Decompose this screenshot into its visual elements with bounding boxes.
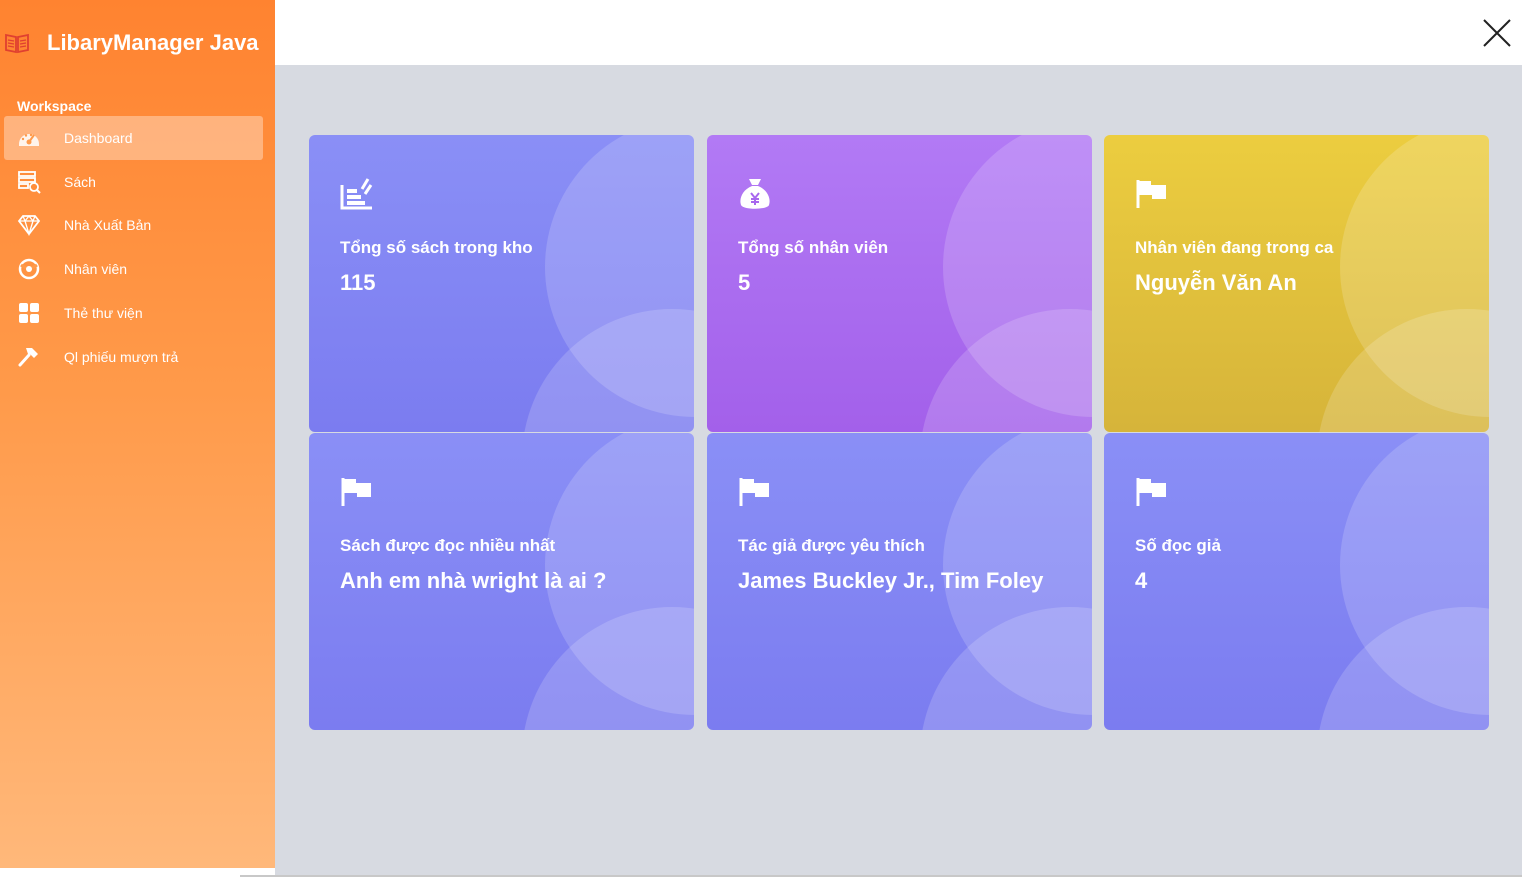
sidebar-item-nha-xuat-ban[interactable]: Nhà Xuất Bản — [4, 204, 263, 248]
diamond-icon — [17, 213, 41, 237]
stat-card-reader-count: Số đọc giả 4 — [1104, 433, 1489, 730]
sidebar-item-label: Sách — [64, 173, 96, 190]
flag-icon — [340, 475, 376, 511]
hammer-icon — [17, 345, 41, 369]
card-value: 5 — [738, 270, 751, 295]
sidebar-item-label: Thẻ thư viện — [64, 305, 143, 322]
top-bar — [283, 0, 1522, 65]
card-label: Tổng số sách trong kho — [340, 238, 533, 257]
sidebar-item-label: Ql phiếu mượn trả — [64, 348, 179, 365]
card-value: James Buckley Jr., Tim Foley — [738, 568, 1044, 593]
flag-icon — [1135, 475, 1171, 511]
book-search-icon — [17, 170, 41, 194]
dashboard-gauge-icon — [17, 126, 41, 150]
sidebar-menu: Dashboard Sách Nhà Xuất Bản Nhân viên Th… — [4, 116, 263, 379]
users-icon — [17, 257, 41, 281]
app-window: LibaryManager Java Workspace Dashboard S… — [0, 0, 1522, 877]
close-button[interactable] — [1482, 18, 1512, 48]
stat-card-total-books: Tổng số sách trong kho 115 — [309, 135, 694, 432]
sidebar-item-label: Nhân viên — [64, 261, 128, 278]
flag-icon — [738, 475, 774, 511]
sidebar-item-sach[interactable]: Sách — [4, 160, 263, 204]
card-value: 4 — [1135, 568, 1148, 593]
sidebar: LibaryManager Java Workspace Dashboard S… — [0, 0, 275, 868]
card-label: Tác giả được yêu thích — [738, 536, 925, 555]
sidebar-item-nhan-vien[interactable]: Nhân viên — [4, 247, 263, 291]
stat-card-most-read-book: Sách được đọc nhiều nhất Anh em nhà wrig… — [309, 433, 694, 730]
sidebar-item-ql-phieu-muon-tra[interactable]: Ql phiếu mượn trả — [4, 335, 263, 379]
stat-card-favorite-author: Tác giả được yêu thích James Buckley Jr.… — [707, 433, 1092, 730]
flag-icon — [1135, 177, 1171, 213]
book-logo-icon — [4, 32, 30, 54]
card-label: Sách được đọc nhiều nhất — [340, 536, 556, 555]
card-value: 115 — [340, 270, 376, 295]
card-label: Nhân viên đang trong ca — [1135, 238, 1334, 257]
sidebar-item-dashboard[interactable]: Dashboard — [4, 116, 263, 160]
card-label: Tổng số nhân viên — [738, 238, 889, 257]
sidebar-item-the-thu-vien[interactable]: Thẻ thư viện — [4, 291, 263, 335]
card-value: Nguyễn Văn An — [1135, 270, 1297, 295]
stat-card-total-staff: Tổng số nhân viên 5 — [707, 135, 1092, 432]
card-label: Số đọc giả — [1135, 536, 1221, 555]
grid-icon — [17, 301, 41, 325]
workspace-label: Workspace — [17, 98, 92, 114]
app-title: LibaryManager Java — [47, 30, 259, 55]
stat-card-staff-on-shift: Nhân viên đang trong ca Nguyễn Văn An — [1104, 135, 1489, 432]
money-bag-icon — [738, 177, 774, 213]
brand: LibaryManager Java — [4, 30, 259, 56]
close-icon — [1483, 19, 1511, 47]
books-stack-icon — [340, 177, 376, 213]
sidebar-item-label: Dashboard — [64, 129, 133, 146]
card-value: Anh em nhà wright là ai ? — [340, 568, 607, 593]
dashboard-area: Tổng số sách trong kho 115 Tổng số nhân … — [275, 65, 1522, 875]
sidebar-item-label: Nhà Xuất Bản — [64, 217, 152, 234]
